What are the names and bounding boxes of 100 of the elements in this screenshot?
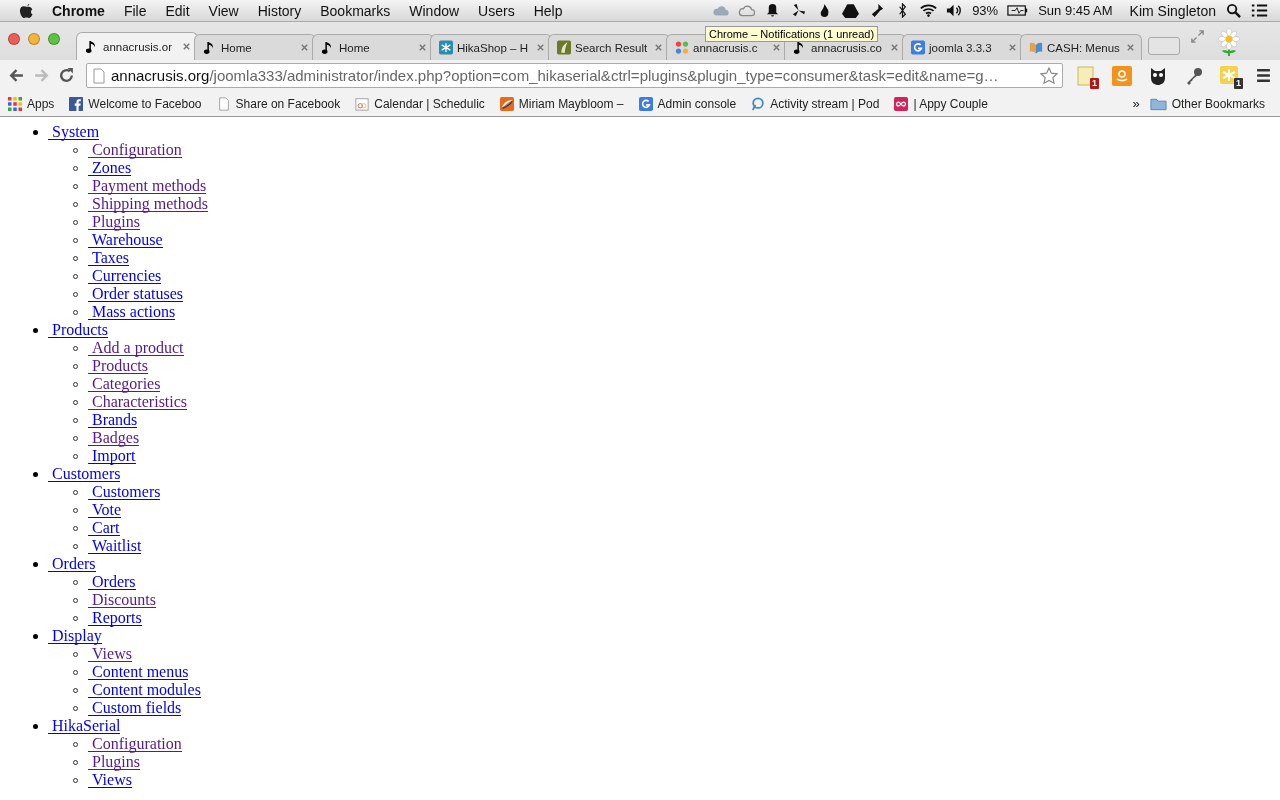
volume-icon[interactable] xyxy=(946,3,964,18)
minimize-window-button[interactable] xyxy=(28,33,40,45)
submenu-link[interactable]: Custom fields xyxy=(88,700,182,716)
close-tab-icon[interactable] xyxy=(1126,43,1135,52)
submenu-link[interactable]: Reports xyxy=(88,610,142,626)
address-bar[interactable]: annacrusis.org/joomla333/administrator/index.php?option=com_hikaserial&ctrl=plugins&plugin_type=consumer&task=edit&name=g… xyxy=(86,63,1063,88)
star-tile-icon[interactable] xyxy=(1220,65,1240,86)
submenu-link[interactable]: Vote xyxy=(88,502,122,518)
sticky-note-icon[interactable] xyxy=(1076,65,1096,86)
daisy-icon[interactable] xyxy=(1215,28,1243,56)
submenu-link[interactable]: Order statuses xyxy=(88,286,184,302)
submenu-link[interactable]: Plugins xyxy=(88,754,140,770)
cloud-icon[interactable] xyxy=(738,3,756,18)
bullet-icon xyxy=(33,471,38,477)
browser-tab[interactable]: annacrusis.or xyxy=(76,32,198,60)
tab-title: CASH: Menus xyxy=(1047,41,1121,54)
submenu-link[interactable]: Views xyxy=(88,646,132,662)
submenu-link[interactable]: Discounts xyxy=(88,592,156,608)
list-icon[interactable] xyxy=(1251,3,1268,18)
submenu-link[interactable]: Waitlist xyxy=(88,538,142,554)
close-tab-icon[interactable] xyxy=(772,43,781,52)
submenu-link[interactable]: Brands xyxy=(88,412,138,428)
submenu-link[interactable]: Zones xyxy=(88,160,132,176)
count-badge: 1 xyxy=(1090,77,1099,89)
menu-item[interactable]: Help xyxy=(533,2,563,19)
menu-link[interactable]: Orders xyxy=(48,556,96,572)
submenu-link[interactable]: Plugins xyxy=(88,214,140,230)
menu-item[interactable]: History xyxy=(257,2,302,19)
submenu-link[interactable]: Mass actions xyxy=(88,304,176,320)
submenu-link[interactable]: Import xyxy=(88,448,136,464)
bookmark-star-icon[interactable] xyxy=(1040,66,1058,85)
submenu-link[interactable]: Badges xyxy=(88,430,140,446)
close-window-button[interactable] xyxy=(8,33,20,45)
owl-icon[interactable] xyxy=(1148,65,1168,86)
submenu-link[interactable]: Characteristics xyxy=(88,394,188,410)
menu-item[interactable]: Users xyxy=(478,2,515,19)
fan-icon[interactable] xyxy=(790,3,808,18)
bookmark-item[interactable]: Apps xyxy=(8,96,55,111)
submenu-link[interactable]: Payment methods xyxy=(88,178,207,194)
submenu-link[interactable]: Warehouse xyxy=(88,232,163,248)
menu-icon[interactable] xyxy=(1255,67,1272,84)
infinity-icon xyxy=(894,96,909,111)
other-bookmarks-item[interactable]: Other Bookmarks xyxy=(1149,96,1265,111)
menu-item[interactable]: File xyxy=(123,2,147,19)
submenu-link[interactable]: Views xyxy=(88,772,132,788)
close-tab-icon[interactable] xyxy=(300,43,309,52)
reload-icon[interactable] xyxy=(58,67,75,84)
submenu-link[interactable]: Configuration xyxy=(88,736,182,752)
submenu-link[interactable]: Taxes xyxy=(88,250,130,266)
page-icon xyxy=(93,67,105,84)
more-bookmarks-button[interactable]: » xyxy=(1132,96,1140,111)
bookmark-item[interactable]: Share on Facebook xyxy=(216,96,341,111)
back-icon[interactable] xyxy=(8,67,25,84)
bookmark-item[interactable]: Admin console xyxy=(638,96,737,111)
submenu-link[interactable]: Cart xyxy=(88,520,120,536)
bookmark-item[interactable]: Activity stream | Pod xyxy=(751,96,880,111)
submenu-link[interactable]: Customers xyxy=(88,484,161,500)
close-tab-icon[interactable] xyxy=(536,43,545,52)
tab-title: Search Result xyxy=(575,41,649,54)
submenu-link[interactable]: Content modules xyxy=(88,682,201,698)
pin-icon xyxy=(751,96,766,111)
expand-icon[interactable] xyxy=(1190,29,1205,44)
cloud-icon[interactable] xyxy=(712,3,730,18)
close-tab-icon[interactable] xyxy=(654,43,663,52)
menu-item[interactable]: Window xyxy=(409,2,460,19)
bookmark-item[interactable]: | Appy Couple xyxy=(894,96,988,111)
submenu-link[interactable]: Content menus xyxy=(88,664,189,680)
close-tab-icon[interactable] xyxy=(1008,43,1017,52)
search-icon[interactable] xyxy=(1225,3,1242,18)
bookmark-item[interactable]: Miriam Maybloom – xyxy=(499,96,624,111)
menu-item[interactable]: View xyxy=(208,2,239,19)
user-name[interactable]: Kim Singleton xyxy=(1129,2,1216,19)
menu-app-name[interactable]: Chrome xyxy=(52,2,105,19)
menu-item[interactable]: Edit xyxy=(165,2,190,19)
menu-item[interactable]: Bookmarks xyxy=(320,2,391,19)
submenu-link[interactable]: Configuration xyxy=(88,142,182,158)
submenu-link[interactable]: Orders xyxy=(88,574,136,590)
battery-icon[interactable] xyxy=(1007,3,1030,18)
close-tab-icon[interactable] xyxy=(182,42,191,51)
menu-link[interactable]: Display xyxy=(48,628,102,644)
zoom-window-button[interactable] xyxy=(48,33,60,45)
submenu-link[interactable]: Currencies xyxy=(88,268,162,284)
menu-link[interactable]: System xyxy=(48,124,100,140)
submenu-link[interactable]: Shipping methods xyxy=(88,196,208,212)
submenu-link[interactable]: Categories xyxy=(88,376,161,392)
submenu-link[interactable]: Add a product xyxy=(88,340,184,356)
bullet-icon xyxy=(33,129,38,135)
browser-tab[interactable]: CASH: Menus xyxy=(1020,34,1142,60)
menu-link[interactable]: HikaSerial xyxy=(48,718,121,734)
close-tab-icon[interactable] xyxy=(418,43,427,52)
calendar-icon xyxy=(355,96,370,111)
menu-link[interactable]: Products xyxy=(48,322,108,338)
menu-link[interactable]: Customers xyxy=(48,466,121,482)
wifi-icon[interactable] xyxy=(920,3,938,18)
bookmark-item[interactable]: Welcome to Faceboo xyxy=(69,96,202,111)
submenu-link[interactable]: Products xyxy=(88,358,148,374)
apple-icon[interactable] xyxy=(19,2,34,19)
menu-clock[interactable]: Sun 9:45 AM xyxy=(1038,3,1113,18)
close-tab-icon[interactable] xyxy=(890,43,899,52)
bookmark-item[interactable]: Calendar | Schedulic xyxy=(355,96,485,111)
